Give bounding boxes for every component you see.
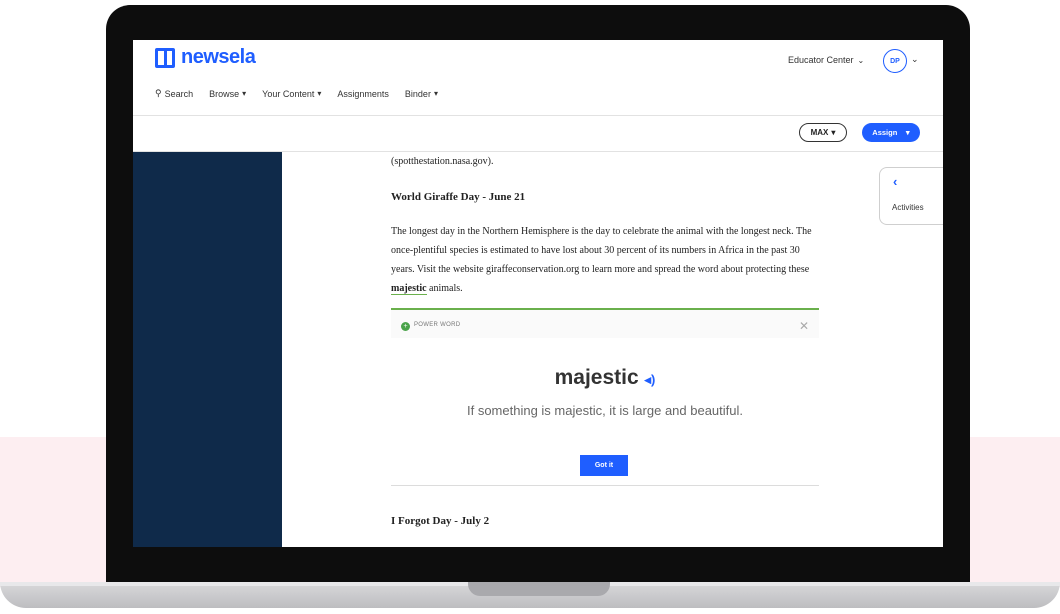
- left-sidebar: [133, 152, 282, 547]
- power-word-link[interactable]: majestic: [391, 283, 427, 295]
- power-word-header: + POWER WORD ✕: [391, 310, 819, 338]
- plus-circle-icon: +: [401, 322, 410, 331]
- nav-binder-label: Binder: [404, 88, 431, 99]
- power-word-title: majestic ◂): [391, 366, 819, 390]
- caret-down-icon: ▾: [831, 128, 836, 137]
- marketing-stage: newsela ⚲ Search Browse ▾ Your Content ▾…: [0, 0, 1060, 614]
- avatar[interactable]: DP: [883, 49, 907, 73]
- assign-label: Assign: [872, 128, 898, 137]
- chevron-down-icon: ▾: [242, 89, 247, 98]
- caret-down-icon: ▾: [905, 128, 910, 137]
- nav-assignments-label: Assignments: [337, 88, 389, 99]
- top-navigation: newsela ⚲ Search Browse ▾ Your Content ▾…: [133, 40, 943, 115]
- nav-links: ⚲ Search Browse ▾ Your Content ▾ Assignm…: [155, 88, 438, 99]
- previous-paragraph-tail: (spotthestation.nasa.gov).: [391, 156, 494, 167]
- nav-browse[interactable]: Browse ▾: [209, 88, 246, 99]
- paragraph-text-end: animals.: [426, 283, 463, 294]
- close-icon[interactable]: ✕: [799, 319, 809, 333]
- power-word-term: majestic: [554, 366, 639, 389]
- reading-level-label: MAX: [810, 128, 829, 137]
- clipped-paragraph: [391, 540, 821, 547]
- article-toolbar: MAX ▾ Assign ▾: [133, 115, 943, 152]
- nav-search-label: Search: [164, 88, 194, 99]
- nav-browse-label: Browse: [209, 88, 240, 99]
- nav-assignments[interactable]: Assignments: [337, 88, 389, 99]
- educator-center-label: Educator Center: [788, 55, 854, 65]
- got-it-button[interactable]: Got it: [580, 455, 628, 476]
- chevron-down-icon[interactable]: ⌄: [911, 54, 919, 65]
- chevron-left-icon: ‹: [893, 174, 898, 189]
- power-word-card: + POWER WORD ✕ majestic ◂) If something …: [391, 308, 819, 486]
- search-icon: ⚲: [155, 88, 162, 98]
- activities-label: Activities: [892, 203, 924, 212]
- speaker-icon[interactable]: ◂): [645, 372, 656, 387]
- power-word-label: POWER WORD: [414, 322, 461, 328]
- activities-panel-toggle[interactable]: ‹ Activities: [879, 167, 943, 225]
- section-heading: World Giraffe Day - June 21: [391, 191, 526, 203]
- logo-text: newsela: [181, 46, 256, 68]
- article-paragraph: The longest day in the Northern Hemisphe…: [391, 222, 823, 298]
- assign-button[interactable]: Assign ▾: [862, 123, 920, 142]
- section-heading: I Forgot Day - July 2: [391, 515, 490, 527]
- newsela-logo-icon: [155, 47, 175, 68]
- chevron-down-icon: ▾: [433, 89, 438, 98]
- laptop-screen: newsela ⚲ Search Browse ▾ Your Content ▾…: [133, 40, 943, 547]
- newsela-logo[interactable]: newsela: [155, 46, 256, 69]
- reading-level-button[interactable]: MAX ▾: [799, 123, 847, 142]
- power-word-definition: If something is majestic, it is large an…: [466, 403, 744, 418]
- laptop-notch: [468, 582, 610, 596]
- paragraph-text: The longest day in the Northern Hemisphe…: [391, 226, 812, 275]
- nav-search[interactable]: ⚲ Search: [155, 88, 193, 99]
- nav-your-content-label: Your Content: [262, 88, 315, 99]
- nav-your-content[interactable]: Your Content ▾: [262, 88, 321, 99]
- educator-center-menu[interactable]: Educator Center ⌄: [788, 55, 864, 65]
- chevron-down-icon: ▾: [317, 89, 322, 98]
- chevron-down-icon: ⌄: [857, 55, 865, 65]
- nav-binder[interactable]: Binder ▾: [405, 88, 438, 99]
